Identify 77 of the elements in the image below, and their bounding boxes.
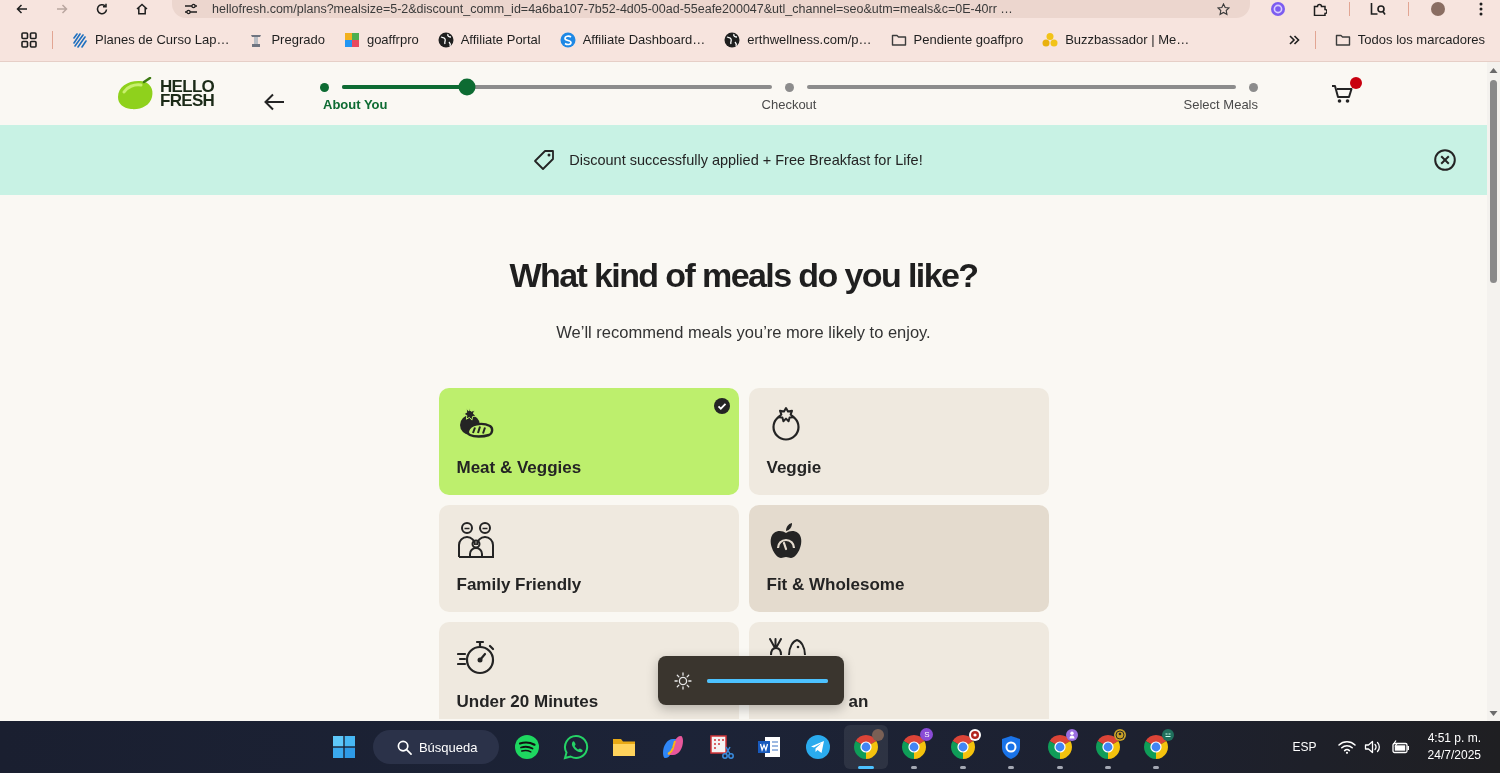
search-box[interactable]: Búsqueda xyxy=(372,730,499,764)
meal-option-card[interactable]: Family Friendly xyxy=(438,505,739,612)
avatar-icon[interactable] xyxy=(1431,2,1445,16)
close-icon[interactable] xyxy=(1434,149,1456,171)
scissors-icon xyxy=(707,734,734,760)
bookmark-link[interactable]: Buzzbassador | Me… xyxy=(1036,27,1196,52)
avatar-icon xyxy=(872,729,885,741)
brightness-slider[interactable] xyxy=(707,678,828,683)
ring-circle-icon[interactable] xyxy=(1271,2,1285,16)
swirl-icon xyxy=(559,31,576,48)
bookmark-link[interactable]: erthwellness.com/p… xyxy=(718,27,878,52)
back-arrow-icon[interactable] xyxy=(263,92,285,111)
stripes-icon xyxy=(72,31,88,48)
banner-text: Discount successfully applied + Free Breakfast for Life! xyxy=(569,152,923,168)
person-badge-icon xyxy=(1114,729,1127,741)
striped-circle-icon xyxy=(514,734,541,760)
lime-icon xyxy=(115,76,155,111)
carrot-fish-icon xyxy=(766,638,807,655)
segmented-circle-icon xyxy=(1143,734,1170,760)
four-squares-icon xyxy=(332,736,355,758)
puzzle-icon[interactable] xyxy=(1313,2,1327,16)
bookmark-link[interactable]: Pendiente goaffpro xyxy=(884,27,1030,52)
apps-grid-icon[interactable] xyxy=(21,31,37,48)
target-badge-icon xyxy=(968,729,981,741)
logo-link[interactable]: HELLO FRESH xyxy=(115,76,216,111)
site-settings-icon[interactable] xyxy=(184,3,198,15)
search-icon xyxy=(396,739,412,755)
bookmark-link[interactable]: goaffrpro xyxy=(337,27,425,52)
segmented-circle-icon xyxy=(901,734,928,760)
bookmark-link[interactable]: Planes de Curso Lap… xyxy=(66,27,236,52)
step-label: About You xyxy=(322,97,388,112)
profile-badge: S xyxy=(920,728,934,741)
cart-icon xyxy=(1331,83,1353,104)
double-chevron-icon[interactable] xyxy=(1287,33,1300,46)
star-icon[interactable] xyxy=(1217,2,1230,16)
clock[interactable]: 4:51 p. m. 24/7/2025 xyxy=(1427,730,1481,764)
scrollbar[interactable] xyxy=(1487,62,1500,721)
taskbar-app-button[interactable] xyxy=(844,725,889,769)
step-label: Select Meals xyxy=(1183,97,1258,112)
taskbar-app-button[interactable]: S xyxy=(892,725,937,769)
segmented-circle-icon xyxy=(1046,734,1073,760)
stopwatch-icon xyxy=(456,638,495,676)
speaker-icon[interactable] xyxy=(1363,740,1382,754)
meal-option-card[interactable]: Meat & Veggies xyxy=(438,388,739,495)
person-badge-icon xyxy=(1065,729,1078,741)
wifi-icon[interactable] xyxy=(1337,740,1356,754)
tag-icon xyxy=(533,149,556,171)
family-icon xyxy=(456,521,495,559)
sun-icon xyxy=(674,671,692,690)
meal-option-card[interactable]: Veggie xyxy=(748,388,1049,495)
globe-icon xyxy=(724,31,741,48)
paper-plane-icon xyxy=(804,734,831,760)
phone-bubble-icon xyxy=(562,734,589,760)
step-label: Checkout xyxy=(761,97,817,112)
page-subtitle: We’ll recommend meals you’re more likely to enjoy. xyxy=(556,322,931,343)
back-arrow-icon[interactable] xyxy=(16,3,28,15)
bookmark-link[interactable]: Todos los marcadores xyxy=(1328,27,1491,52)
globe-icon xyxy=(437,31,454,48)
home-icon[interactable] xyxy=(136,3,148,15)
language-indicator[interactable]: ESP xyxy=(1292,740,1317,754)
address-bar[interactable]: hellofresh.com/plans?mealsize=5-2&discount_comm_id=4a6ba107-7b52-4d05-00ad-55eafe200047&utl_channel=seo&utm=meals&c=0E-40rr … xyxy=(172,0,1250,18)
bookmark-link[interactable]: Affiliate Dashboard… xyxy=(553,27,712,52)
meal-option-card[interactable]: Fit & Wholesome xyxy=(748,505,1049,612)
bookmark-link[interactable]: Pregrado xyxy=(242,27,331,52)
segmented-circle-icon xyxy=(949,734,976,760)
window-search-icon[interactable] xyxy=(1370,2,1386,16)
document-icon xyxy=(756,734,783,760)
bookmark-link[interactable]: Affiliate Portal xyxy=(431,27,547,52)
circles-cluster-icon xyxy=(1042,31,1059,48)
battery-charging-icon[interactable] xyxy=(1391,740,1410,754)
segmented-circle-icon xyxy=(1095,734,1122,760)
reload-icon[interactable] xyxy=(96,3,108,15)
kebab-menu-icon[interactable] xyxy=(1479,2,1483,16)
page-title: What kind of meals do you like? xyxy=(509,255,978,296)
jigsaw-icon xyxy=(343,31,360,48)
segmented-circle-icon xyxy=(853,734,880,760)
screen-badge-icon xyxy=(1162,729,1175,741)
